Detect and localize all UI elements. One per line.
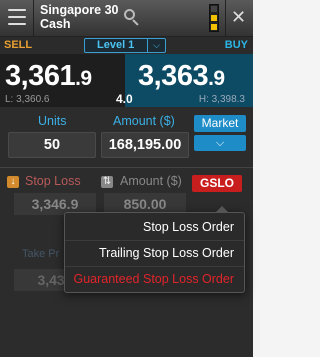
high-price: H: 3,398.3 [198,94,245,105]
separator [33,0,34,37]
sell-label: SELL [4,39,33,51]
top-bar: Singapore 30 Cash ✕ [0,0,253,37]
hamburger-menu-icon[interactable] [8,9,26,25]
signal-strength-icon [209,4,219,32]
spread-value: 4.0 [116,92,133,106]
buy-label: BUY [224,39,248,51]
market-title: Singapore 30 Cash [40,3,119,31]
gslo-button[interactable]: GSLO [192,175,242,192]
menu-pointer [215,206,229,213]
take-profit-label: Take Pr [22,248,60,260]
low-price: L: 3,360.6 [5,94,50,105]
stop-type-menu: Stop Loss Order Trailing Stop Loss Order… [64,206,245,293]
sell-price: 3,361.9 [5,60,92,92]
divider [0,167,253,168]
divider [65,266,244,267]
buy-price-button[interactable]: 3,363.9 H: 3,398.3 [125,54,253,107]
amount-toggle-checkbox[interactable]: ⇅ [101,176,113,188]
units-input[interactable]: 50 [8,132,96,158]
level-label: Level 1 [97,39,135,51]
chevron-down-icon: ⌵ [147,39,165,52]
sell-price-button[interactable]: 3,361.9 L: 3,360.6 [0,54,125,107]
level-selector[interactable]: Level 1 ⌵ [84,38,166,53]
deal-header: SELL Level 1 ⌵ BUY [0,37,253,54]
stop-loss-checkbox[interactable]: ↓ [7,176,19,188]
search-icon[interactable] [124,9,140,26]
amount-input[interactable]: 168,195.00 [101,132,189,158]
separator [225,0,226,37]
chevron-down-icon[interactable]: ⌵ [194,135,246,151]
buy-price: 3,363.9 [138,60,225,92]
stop-amount-label: Amount ($) [120,174,182,188]
menu-item-guaranteed-stop-loss-order[interactable]: Guaranteed Stop Loss Order [73,272,234,286]
menu-item-stop-loss-order[interactable]: Stop Loss Order [143,220,234,234]
divider [65,240,244,241]
close-icon[interactable]: ✕ [231,8,246,26]
units-label: Units [38,114,67,128]
menu-item-trailing-stop-loss-order[interactable]: Trailing Stop Loss Order [99,246,234,260]
stop-loss-label: Stop Loss [25,174,81,188]
amount-label: Amount ($) [113,114,175,128]
price-area: 3,361.9 L: 3,360.6 3,363.9 H: 3,398.3 4.… [0,54,253,107]
order-type-button[interactable]: Market [194,115,246,132]
